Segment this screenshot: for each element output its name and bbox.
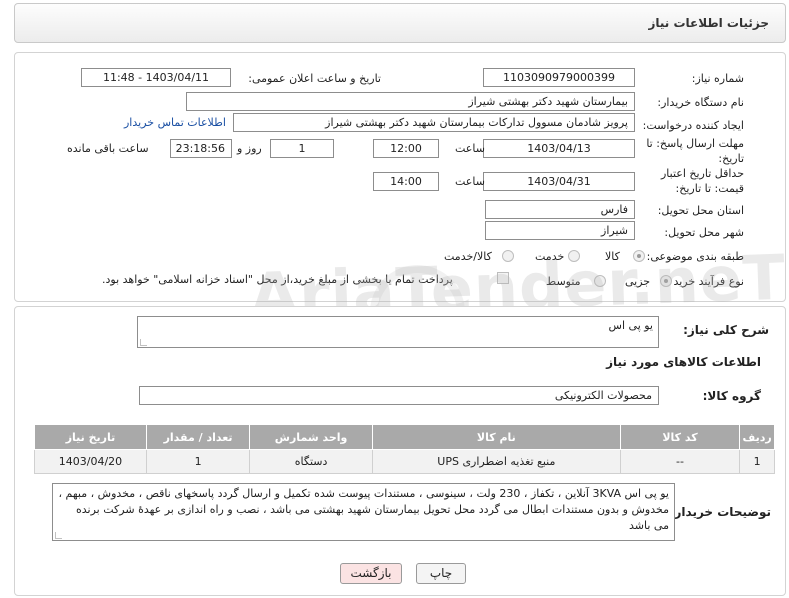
cell-row: 1 <box>739 449 775 474</box>
price-time-label: ساعت <box>455 175 485 188</box>
col-name: نام کالا <box>371 424 621 450</box>
cell-name: منبع تغذیه اضطراری UPS <box>371 449 621 474</box>
description-text: یو پی اس <box>608 319 653 332</box>
province-label: استان محل تحویل: <box>657 204 744 217</box>
requester-field[interactable]: پرویز شادمان مسوول تدارکات بیمارستان شهی… <box>233 113 635 132</box>
col-date: تاریخ نیاز <box>34 424 147 450</box>
goods-section-title: اطلاعات کالاهای مورد نیاز <box>606 355 761 369</box>
need-number-label: شماره نیاز: <box>691 72 744 85</box>
reply-deadline-label: مهلت ارسال پاسخ: تا تاریخ: <box>646 137 744 165</box>
print-button[interactable]: چاپ <box>416 563 466 584</box>
city-field[interactable]: شیراز <box>485 221 635 240</box>
days-label: روز و <box>237 142 262 155</box>
description-field[interactable]: یو پی اس <box>137 316 659 348</box>
announce-datetime-label: تاریخ و ساعت اعلان عمومی: <box>248 72 381 85</box>
table-header-row: ردیف کد کالا نام کالا واحد شمارش تعداد /… <box>34 424 775 450</box>
announce-datetime-field[interactable]: 1403/04/11 - 11:48 <box>81 68 231 87</box>
col-code: کد کالا <box>619 424 741 450</box>
reply-deadline-date[interactable]: 1403/04/13 <box>483 139 635 158</box>
goods-group-field[interactable]: محصولات الکترونیکی <box>139 386 659 405</box>
back-button[interactable]: بازگشت <box>340 563 402 584</box>
header-panel: جزئیات اطلاعات نیاز <box>14 3 786 43</box>
items-table: ردیف کد کالا نام کالا واحد شمارش تعداد /… <box>34 424 775 474</box>
price-validity-time[interactable]: 14:00 <box>373 172 439 191</box>
col-quantity: تعداد / مقدار <box>145 424 251 450</box>
need-number-field[interactable]: 1103090979000399 <box>483 68 635 87</box>
cell-date: 1403/04/20 <box>34 449 147 474</box>
goods-group-label: گروه کالا: <box>702 389 761 403</box>
remaining-time-field[interactable]: 23:18:56 <box>170 139 232 158</box>
cell-quantity: 1 <box>145 449 251 474</box>
col-unit: واحد شمارش <box>249 424 373 450</box>
requester-label: ایجاد کننده درخواست: <box>642 119 744 132</box>
reply-time-label: ساعت <box>455 142 485 155</box>
buyer-contact-link[interactable]: اطلاعات تماس خریدار <box>124 116 226 129</box>
page-title: جزئیات اطلاعات نیاز <box>648 16 769 30</box>
table-row[interactable]: 1 -- منبع تغذیه اضطراری UPS دستگاه 1 140… <box>34 449 775 474</box>
resize-grip-icon[interactable] <box>140 339 147 346</box>
buyer-notes-field[interactable]: یو پی اس 3KVA آنلاین ، تکفاز ، 230 ولت ،… <box>52 483 675 541</box>
cell-unit: دستگاه <box>249 449 373 474</box>
price-validity-label: حداقل تاریخ اعتبار قیمت: تا تاریخ: <box>660 167 744 195</box>
price-validity-date[interactable]: 1403/04/31 <box>483 172 635 191</box>
remaining-label: ساعت باقی مانده <box>67 142 149 155</box>
description-label: شرح کلی نیاز: <box>683 323 769 337</box>
cell-code: -- <box>619 449 741 474</box>
buyer-org-label: نام دستگاه خریدار: <box>657 96 744 109</box>
buyer-notes-text: یو پی اس 3KVA آنلاین ، تکفاز ، 230 ولت ،… <box>58 487 669 532</box>
reply-days-field[interactable]: 1 <box>270 139 334 158</box>
col-row: ردیف <box>739 424 775 450</box>
reply-deadline-time[interactable]: 12:00 <box>373 139 439 158</box>
province-field[interactable]: فارس <box>485 200 635 219</box>
resize-grip-icon[interactable] <box>55 532 62 539</box>
city-label: شهر محل تحویل: <box>664 226 744 239</box>
buyer-org-field[interactable]: بیمارستان شهید دکتر بهشتی شیراز <box>186 92 635 111</box>
buyer-notes-label: توضیحات خریدار: <box>669 505 771 519</box>
